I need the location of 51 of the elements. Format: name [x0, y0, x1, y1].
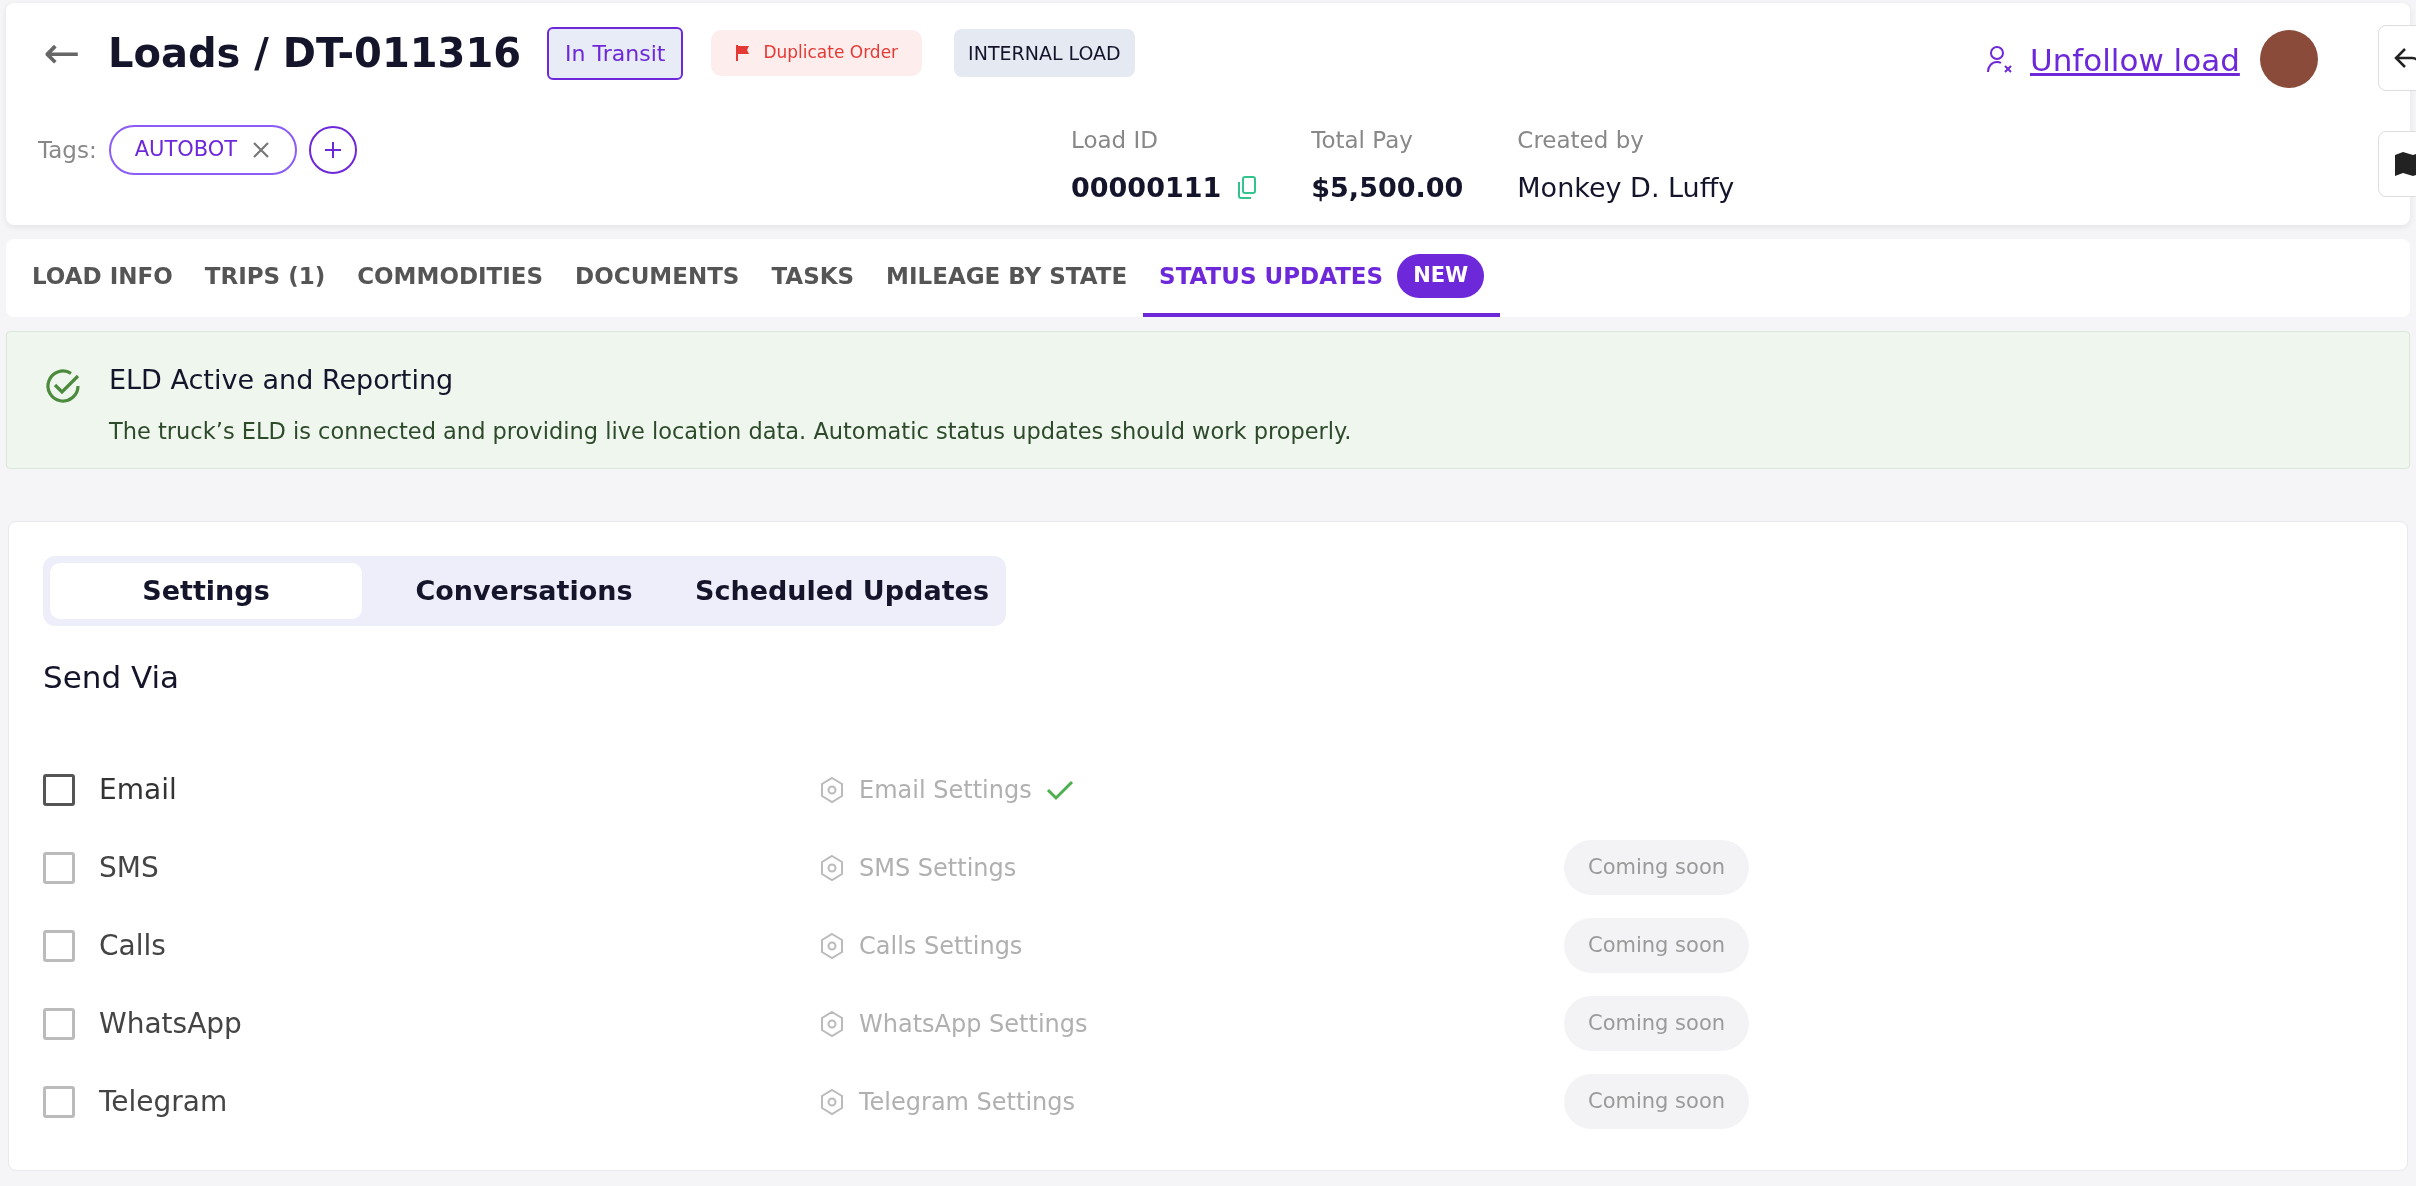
tag-chip: AUTOBOT — [108, 125, 298, 175]
banner-title: ELD Active and Reporting — [109, 363, 455, 397]
banner-message: The truck’s ELD is connected and providing live location data. Automatic status updates should work properly. — [109, 416, 1352, 446]
tab[interactable]: MILEAGE BY STATE — [870, 239, 1144, 317]
unfollow-link[interactable]: Unfollow load — [2030, 37, 2240, 84]
stat-value: Monkey D. Luffy — [1517, 170, 1735, 205]
channel-label: Email — [99, 771, 178, 808]
close-icon[interactable] — [251, 140, 272, 160]
check-circle-icon — [43, 366, 83, 406]
channel-label: WhatsApp — [99, 1005, 243, 1042]
coming-soon-badge: Coming soon — [1564, 839, 1750, 896]
tab[interactable]: COMMODITIES — [341, 239, 560, 317]
tab[interactable]: TRIPS (1) — [188, 239, 342, 317]
new-badge: NEW — [1397, 254, 1485, 298]
stat-value: 00000111 — [1071, 170, 1222, 205]
duplicate-order-badge: Duplicate Order — [711, 30, 923, 76]
tab[interactable]: TASKS — [755, 239, 871, 317]
status-badge: In Transit — [547, 26, 684, 80]
stat-label: Load ID — [1071, 126, 1159, 155]
channel-label: SMS — [99, 849, 160, 886]
segment-tab[interactable]: Scheduled Updates — [686, 563, 998, 619]
segment-tab[interactable]: Conversations — [368, 563, 680, 619]
plus-icon — [323, 140, 344, 160]
segment-tab[interactable]: Settings — [50, 563, 362, 619]
stat-label: Total Pay — [1311, 126, 1414, 155]
page-title: Loads / DT-011316 — [108, 29, 522, 78]
checkbox[interactable] — [43, 773, 75, 806]
channel-label: Calls — [99, 927, 167, 964]
stat-label: Created by — [1517, 126, 1645, 155]
load-type-badge: INTERNAL LOAD — [954, 28, 1135, 78]
back-button[interactable]: ← — [38, 31, 86, 75]
flag-icon — [735, 44, 752, 62]
map-icon — [2393, 150, 2416, 178]
tab[interactable]: LOAD INFO — [16, 239, 189, 317]
coming-soon-badge: Coming soon — [1564, 1073, 1750, 1130]
coming-soon-badge: Coming soon — [1564, 917, 1750, 974]
channel-label: Telegram — [99, 1083, 229, 1120]
stat-value: $5,500.00 — [1311, 170, 1464, 205]
settings-icon — [819, 1087, 845, 1116]
tab[interactable]: STATUS UPDATES NEW — [1143, 239, 1501, 317]
add-tag-button[interactable] — [309, 126, 358, 174]
settings-icon — [819, 775, 845, 804]
avatar — [2260, 30, 2318, 88]
coming-soon-badge: Coming soon — [1564, 995, 1750, 1052]
settings-icon — [819, 853, 845, 882]
settings-icon — [819, 931, 845, 960]
tags-label: Tags: — [38, 135, 97, 165]
tab[interactable]: DOCUMENTS — [559, 239, 756, 317]
section-heading: Send Via — [43, 658, 180, 697]
settings-icon — [819, 1009, 845, 1038]
reply-icon — [2393, 46, 2416, 70]
